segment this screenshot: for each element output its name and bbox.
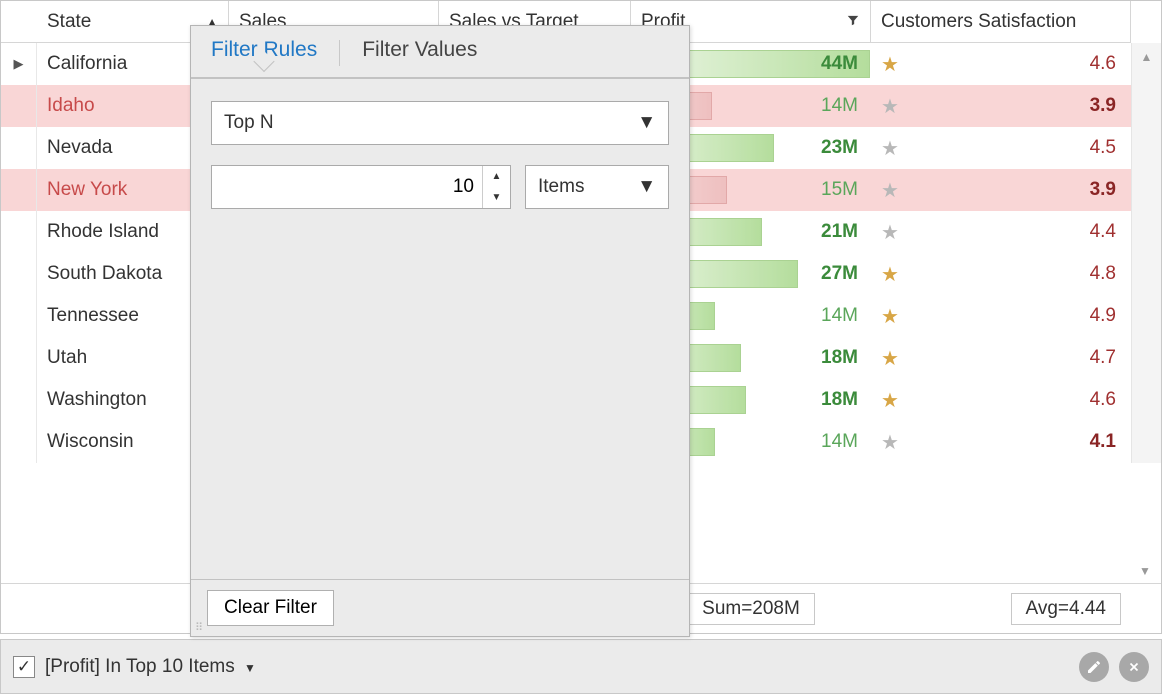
star-icon: ★: [881, 94, 899, 119]
scroll-gutter: [1131, 295, 1161, 337]
clear-filter-popup-button[interactable]: Clear Filter: [207, 590, 334, 626]
csat-cell: ★ 3.9: [871, 85, 1131, 127]
filter-expression-text: [Profit] In Top 10 Items: [45, 656, 235, 677]
star-icon: ★: [881, 346, 899, 371]
row-expand-indicator[interactable]: [1, 85, 37, 127]
row-expand-indicator[interactable]: [1, 127, 37, 169]
csat-value: 4.9: [1090, 305, 1116, 327]
tab-separator: [339, 40, 340, 66]
csat-value: 3.9: [1090, 95, 1116, 117]
star-icon: ★: [881, 430, 899, 455]
profit-value: 18M: [821, 389, 858, 411]
top-n-input[interactable]: [212, 175, 510, 199]
scroll-gutter: [1131, 337, 1161, 379]
star-icon: ★: [881, 178, 899, 203]
rule-type-value: Top N: [224, 112, 274, 134]
resize-handle-icon[interactable]: ⠿: [195, 621, 201, 634]
tab-filter-values[interactable]: Filter Values: [362, 38, 477, 68]
csat-cell: ★ 4.4: [871, 211, 1131, 253]
clear-filter-button[interactable]: [1119, 652, 1149, 682]
unit-value: Items: [538, 176, 584, 198]
profit-value: 23M: [821, 137, 858, 159]
filter-icon[interactable]: [846, 13, 860, 30]
scroll-gutter: [1131, 169, 1161, 211]
profit-sum: Sum=208M: [687, 593, 815, 625]
star-icon: ★: [881, 262, 899, 287]
filter-popup-footer: ⠿ Clear Filter: [191, 579, 689, 636]
profit-value: 14M: [821, 431, 858, 453]
profit-value: 21M: [821, 221, 858, 243]
edit-filter-button[interactable]: [1079, 652, 1109, 682]
scroll-gutter: [1131, 379, 1161, 421]
row-expand-indicator[interactable]: [1, 211, 37, 253]
csat-cell: ★ 4.6: [871, 43, 1131, 85]
csat-cell: ★ 3.9: [871, 169, 1131, 211]
top-n-spinner[interactable]: ▲ ▼: [211, 165, 511, 209]
csat-value: 4.5: [1090, 137, 1116, 159]
unit-dropdown[interactable]: Items ▼: [525, 165, 669, 209]
csat-value: 4.6: [1090, 389, 1116, 411]
csat-cell: ★ 4.9: [871, 295, 1131, 337]
profit-value: 15M: [821, 179, 858, 201]
profit-value: 14M: [821, 95, 858, 117]
filter-popup-body: Top N ▼ ▲ ▼ Items ▼: [191, 79, 689, 579]
row-expand-indicator[interactable]: [1, 337, 37, 379]
csat-value: 4.4: [1090, 221, 1116, 243]
spin-up-icon[interactable]: ▲: [483, 166, 510, 187]
row-expand-indicator[interactable]: [1, 295, 37, 337]
scroll-gutter-header: [1131, 1, 1161, 43]
col-header-csat[interactable]: Customers Satisfaction: [871, 1, 1131, 43]
star-icon: ★: [881, 136, 899, 161]
chevron-down-icon: ▼: [637, 176, 656, 198]
csat-cell: ★ 4.8: [871, 253, 1131, 295]
scroll-down-button[interactable]: ▼: [1131, 557, 1159, 585]
csat-value: 4.6: [1090, 53, 1116, 75]
spin-down-icon[interactable]: ▼: [483, 187, 510, 208]
csat-cell: ★ 4.7: [871, 337, 1131, 379]
filter-enabled-checkbox[interactable]: ✓: [13, 656, 35, 678]
scroll-gutter: [1131, 127, 1161, 169]
star-icon: ★: [881, 304, 899, 329]
row-expand-indicator[interactable]: ▶: [1, 43, 37, 85]
profit-value: 27M: [821, 263, 858, 285]
csat-value: 3.9: [1090, 179, 1116, 201]
scroll-gutter: [1131, 421, 1161, 463]
profit-value: 44M: [821, 53, 858, 75]
scroll-gutter: [1131, 85, 1161, 127]
col-header-label: State: [47, 11, 91, 33]
csat-value: 4.8: [1090, 263, 1116, 285]
row-expand-indicator[interactable]: [1, 169, 37, 211]
csat-cell: ★ 4.5: [871, 127, 1131, 169]
chevron-down-icon: ▼: [244, 661, 256, 675]
filter-expression[interactable]: [Profit] In Top 10 Items ▼: [45, 656, 256, 678]
row-expand-indicator[interactable]: [1, 253, 37, 295]
scroll-gutter: [1131, 253, 1161, 295]
scroll-up-button[interactable]: ▲: [1132, 43, 1161, 71]
profit-value: 18M: [821, 347, 858, 369]
filter-popup-tabs: Filter Rules Filter Values: [191, 26, 689, 79]
scroll-gutter: [1131, 211, 1161, 253]
csat-cell: ★ 4.1: [871, 421, 1131, 463]
col-header-label: Customers Satisfaction: [881, 11, 1076, 33]
rule-type-dropdown[interactable]: Top N ▼: [211, 101, 669, 145]
csat-avg: Avg=4.44: [1011, 593, 1121, 625]
filter-bar: ✓ [Profit] In Top 10 Items ▼: [0, 639, 1162, 694]
star-icon: ★: [881, 52, 899, 77]
row-expand-indicator[interactable]: [1, 421, 37, 463]
expand-column-header: [1, 1, 37, 43]
profit-value: 14M: [821, 305, 858, 327]
spinner-buttons[interactable]: ▲ ▼: [482, 166, 510, 208]
chevron-down-icon: ▼: [637, 112, 656, 134]
scroll-gutter: ▲: [1131, 43, 1161, 85]
csat-cell: ★ 4.6: [871, 379, 1131, 421]
tab-filter-rules[interactable]: Filter Rules: [211, 38, 317, 68]
csat-value: 4.7: [1090, 347, 1116, 369]
star-icon: ★: [881, 220, 899, 245]
csat-value: 4.1: [1090, 431, 1116, 453]
row-expand-indicator[interactable]: [1, 379, 37, 421]
star-icon: ★: [881, 388, 899, 413]
filter-popup: Filter Rules Filter Values Top N ▼ ▲ ▼ I…: [190, 25, 690, 637]
